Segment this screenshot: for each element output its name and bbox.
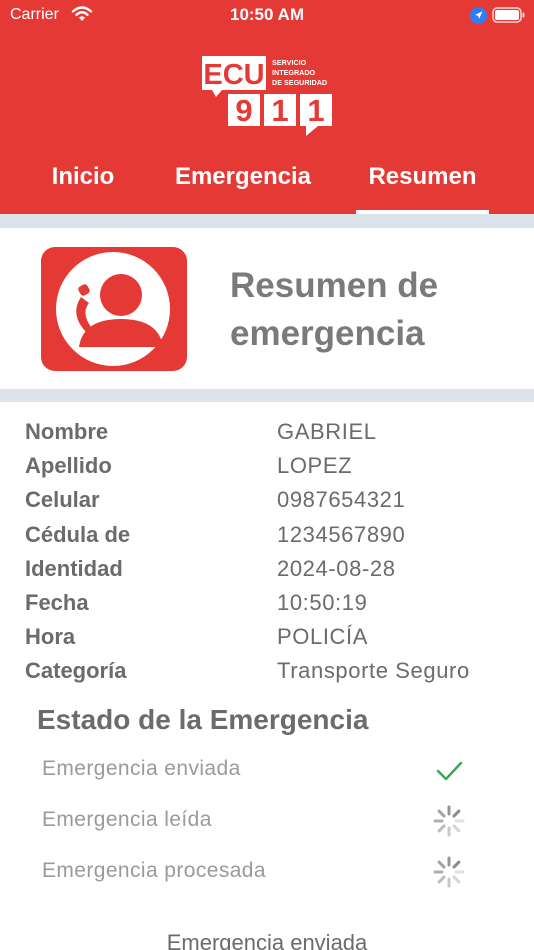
page-title-line2: emergencia xyxy=(230,314,425,353)
footer-status-text: Emergencia enviada xyxy=(166,930,368,950)
info-row: Nombre GABRIEL xyxy=(25,416,515,450)
emergency-info-list: Nombre GABRIEL Apellido LOPEZ Celular 09… xyxy=(25,416,515,690)
info-row: Hora POLICÍA xyxy=(25,621,515,655)
svg-text:1: 1 xyxy=(271,93,288,128)
info-row: Fecha 10:50:19 xyxy=(25,587,515,621)
emergency-call-icon xyxy=(41,247,187,371)
info-label: Apellido xyxy=(25,453,112,479)
status-item-read: Emergencia leída xyxy=(42,805,482,838)
status-item-sent: Emergencia enviada xyxy=(42,757,482,787)
page-title-line1: Resumen de xyxy=(230,266,439,305)
info-label: Celular xyxy=(25,487,100,513)
tab-bar: Inicio Emergencia Resumen xyxy=(0,156,534,214)
svg-text:9: 9 xyxy=(235,93,252,128)
info-value: GABRIEL xyxy=(277,419,377,444)
status-time: 10:50 AM xyxy=(229,5,304,24)
svg-text:INTEGRADO: INTEGRADO xyxy=(272,68,316,77)
section-divider xyxy=(0,389,534,402)
info-label: Hora xyxy=(25,624,76,650)
info-label: Nombre xyxy=(25,419,109,444)
svg-text:SERVICIO: SERVICIO xyxy=(272,58,307,67)
checkmark-icon xyxy=(436,761,463,781)
info-value: 2024-08-28 xyxy=(277,555,396,581)
status-label: Emergencia enviada xyxy=(42,757,241,780)
tab-resumen[interactable]: Resumen xyxy=(356,156,489,214)
info-row: Identidad 2024-08-28 xyxy=(25,553,515,587)
info-value: 10:50:19 xyxy=(277,589,368,615)
svg-text:DE SEGURIDAD: DE SEGURIDAD xyxy=(272,78,327,87)
info-label: Identidad xyxy=(25,555,123,581)
app-header: Carrier 10:50 AM ECU 9 1 1 SERVICIO INTE… xyxy=(0,0,534,214)
info-row: Cédula de 1234567890 xyxy=(25,519,515,553)
status-bar: Carrier 10:50 AM xyxy=(0,0,534,32)
info-value: POLICÍA xyxy=(277,624,369,650)
info-label: Fecha xyxy=(25,589,89,615)
status-section-title: Estado de la Emergencia xyxy=(37,704,369,735)
svg-text:ECU: ECU xyxy=(203,59,264,91)
location-arrow-icon xyxy=(470,7,487,24)
info-label: Cédula de xyxy=(25,521,131,547)
tab-inicio[interactable]: Inicio xyxy=(30,156,136,214)
info-row: Celular 0987654321 xyxy=(25,484,515,518)
info-label: Categoría xyxy=(25,658,127,684)
info-value: 1234567890 xyxy=(277,521,406,547)
spinner-icon xyxy=(433,856,465,888)
info-value: LOPEZ xyxy=(277,453,353,479)
status-label: Emergencia procesada xyxy=(42,859,266,882)
svg-text:1: 1 xyxy=(307,93,324,128)
section-divider xyxy=(0,214,534,228)
info-value: Transporte Seguro xyxy=(277,658,470,684)
battery-icon xyxy=(492,7,525,23)
page-title: Resumen de emergencia xyxy=(230,262,520,358)
ecu911-logo: ECU 9 1 1 SERVICIO INTEGRADO DE SEGURIDA… xyxy=(202,56,332,136)
info-value: 0987654321 xyxy=(277,487,406,513)
info-row: Apellido LOPEZ xyxy=(25,450,515,484)
spinner-icon xyxy=(433,805,465,837)
status-label: Emergencia leída xyxy=(42,808,212,831)
tab-emergencia[interactable]: Emergencia xyxy=(154,156,332,214)
status-item-processed: Emergencia procesada xyxy=(42,856,482,889)
info-row: Categoría Transporte Seguro xyxy=(25,655,515,689)
